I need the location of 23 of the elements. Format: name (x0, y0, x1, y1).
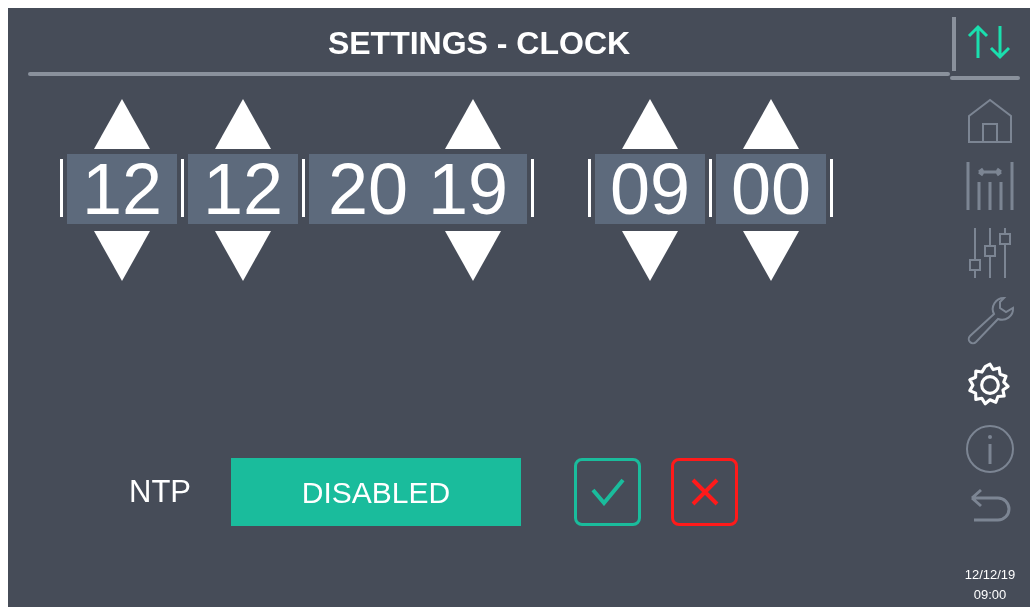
value-field[interactable]: 12 (188, 154, 298, 224)
check-icon (590, 478, 625, 506)
down-arrow[interactable] (445, 231, 501, 281)
down-arrow[interactable] (743, 231, 799, 281)
confirm-button[interactable] (574, 458, 641, 526)
status-date: 12/12/19 (964, 566, 1016, 584)
up-arrow[interactable] (622, 99, 678, 149)
status-time: 09:00 (973, 586, 1007, 604)
up-arrow[interactable] (94, 99, 150, 149)
window-title: SETTINGS - CLOCK (327, 24, 631, 63)
up-arrow[interactable] (215, 99, 271, 149)
value-field[interactable]: 20 19 (309, 154, 527, 224)
value-field[interactable]: 09 (595, 154, 705, 224)
down-arrow[interactable] (215, 231, 271, 281)
up-arrow[interactable] (743, 99, 799, 149)
value-field[interactable]: 12 (67, 154, 177, 224)
down-arrow[interactable] (622, 231, 678, 281)
up-arrow[interactable] (445, 99, 501, 149)
value-field[interactable]: 00 (716, 154, 826, 224)
close-icon (690, 478, 719, 506)
down-arrow[interactable] (94, 231, 150, 281)
sync-arrows-icon[interactable] (966, 24, 1012, 60)
ntp-label: NTP (129, 472, 191, 511)
